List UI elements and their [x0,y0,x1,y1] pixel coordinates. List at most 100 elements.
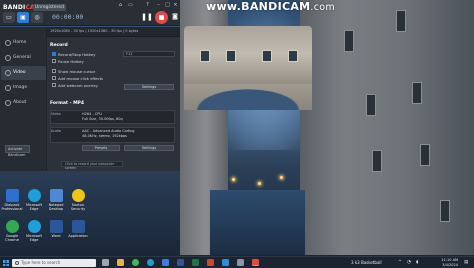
desktop-icon[interactable]: Word [44,220,68,238]
building-window [440,200,450,222]
vscode-icon[interactable] [222,259,229,266]
bandicam-main-panel: Home General Video Image About Activate … [0,27,180,171]
excel-icon[interactable] [192,259,199,266]
desktop-icon[interactable]: Norton Security [66,189,90,211]
webcam-overlay-checkbox[interactable] [52,83,56,87]
desktop-icon[interactable]: Dialpack Professional [0,189,24,211]
windows-start-icon[interactable] [3,260,9,266]
rectangle-mode-button[interactable]: ▭ [3,12,15,23]
street-lamp [232,178,235,181]
taskbar-clock[interactable]: 11:10 AM 3/4/2024 [432,258,458,267]
task-view-icon[interactable] [102,259,109,266]
desktop-icon-label: Notepad Desktop [48,203,64,211]
street-lamp [280,176,283,179]
building-window [420,144,430,166]
weather-widget[interactable]: 3 k3 Basketball [351,260,382,265]
minimize-icon[interactable]: – [155,2,162,9]
desktop-icon[interactable]: Microsoft Edge [22,220,46,242]
game-mode-button[interactable]: ◎ [31,12,43,23]
word-icon[interactable] [177,259,184,266]
activate-button[interactable]: Activate Bandicam [5,145,30,157]
desktop-icon[interactable]: Notepad Desktop [44,189,68,211]
settings-icon[interactable] [237,259,244,266]
building-window [344,30,354,52]
canal-water [210,190,305,255]
bridge-window [226,50,236,62]
nav-image[interactable]: Image [1,81,46,95]
notification-icon[interactable]: ▤ [464,260,468,265]
file-explorer-icon[interactable] [117,259,124,266]
show-cursor-checkbox[interactable] [52,69,56,73]
app-icon [5,189,19,202]
building-window [396,10,406,32]
record-hint-bar[interactable]: Click to record your computer screen [61,161,123,170]
powerpoint-icon[interactable] [207,259,214,266]
record-hotkey-checkbox[interactable] [52,52,56,56]
desktop-icon[interactable]: Microsoft Edge [22,189,46,211]
nav-home[interactable]: Home [1,36,46,50]
notepad-icon [49,189,63,202]
record-button[interactable] [155,11,168,24]
desktop-icon-label: Norton Security [70,203,86,211]
clock-date: 3/4/2024 [442,262,458,267]
building-window [366,94,376,116]
desktop-icon[interactable]: Google Chrome [0,220,24,242]
pause-button[interactable]: ❚❚ [141,12,153,23]
watermark-suffix: .com [310,2,335,13]
network-icon[interactable]: ◔ [407,260,411,265]
click-effects-checkbox[interactable] [52,76,56,80]
record-heading: Record [50,43,68,48]
street-lamp [258,182,261,185]
bandicam-taskbar-icon[interactable] [252,259,259,266]
format-heading: Format - MP4 [50,101,84,106]
desktop-icon-label: Dialpack Professional [1,203,23,211]
record-hotkey-field[interactable]: F12 [123,51,175,57]
maximize-icon[interactable]: □ [164,2,171,9]
format-settings-button[interactable]: Settings [124,145,174,151]
show-cursor-label: Show mouse cursor [58,69,96,74]
edge-icon[interactable] [147,259,154,266]
chevron-up-icon[interactable]: ^ [398,260,402,265]
norton-icon [71,189,85,202]
desktop-icon-label: Microsoft Edge [26,234,42,242]
help-icon[interactable]: ? [144,2,151,9]
nav-video[interactable]: Video [1,66,46,80]
desktop-icon-label: Application [68,234,88,238]
screenshot-camera-icon[interactable]: ◙ [171,13,179,21]
nav-about[interactable]: About [1,96,46,110]
taskbar-search-input[interactable]: Type here to search [12,259,96,267]
audio-detail: 48.0KHz, stereo, 192kbps [82,134,127,138]
watermark-main: www.BANDICAM [206,0,311,13]
unregistered-badge[interactable]: Unregistered [33,4,67,11]
stop-square-icon [159,15,164,20]
presets-button[interactable]: Presets [82,145,120,151]
video-detail: Full Size, 30.00fps, 80q [82,117,123,121]
search-icon [15,261,19,265]
building-window [372,150,382,172]
store-icon[interactable] [162,259,169,266]
video-key: Video [51,112,61,116]
info-icon [5,100,11,106]
bridge-window [262,50,272,62]
bandicam-watermark: www.BANDICAM.com [206,0,335,13]
chrome-icon [5,220,19,233]
windows-taskbar: Type here to search 3 k3 Basketball ^ ◔ … [0,256,474,268]
close-icon[interactable]: × [172,2,179,9]
bandicam-sidebar: Home General Video Image About Activate … [0,27,47,171]
pause-hotkey-checkbox[interactable] [52,59,56,63]
folder-icon[interactable]: ▭ [127,2,134,9]
chrome-icon[interactable] [132,259,139,266]
desktop-icon[interactable]: Application [66,220,90,238]
building-window [412,82,422,104]
file-info-bar: 1920x1080 - 30 fps | 1920x1080 - 30 fps … [47,27,180,37]
desktop-icon-label: Word [51,234,61,238]
record-settings-button[interactable]: Settings [124,84,174,90]
bridge-window [200,50,210,62]
edge-icon [27,220,41,233]
volume-icon[interactable]: ◖ [416,260,418,265]
recording-timer: 00:00:00 [52,13,84,21]
word-icon [49,220,63,233]
home-icon[interactable]: ⌂ [117,2,124,9]
nav-general[interactable]: General [1,51,46,65]
fullscreen-mode-button[interactable]: ▣ [17,12,29,23]
